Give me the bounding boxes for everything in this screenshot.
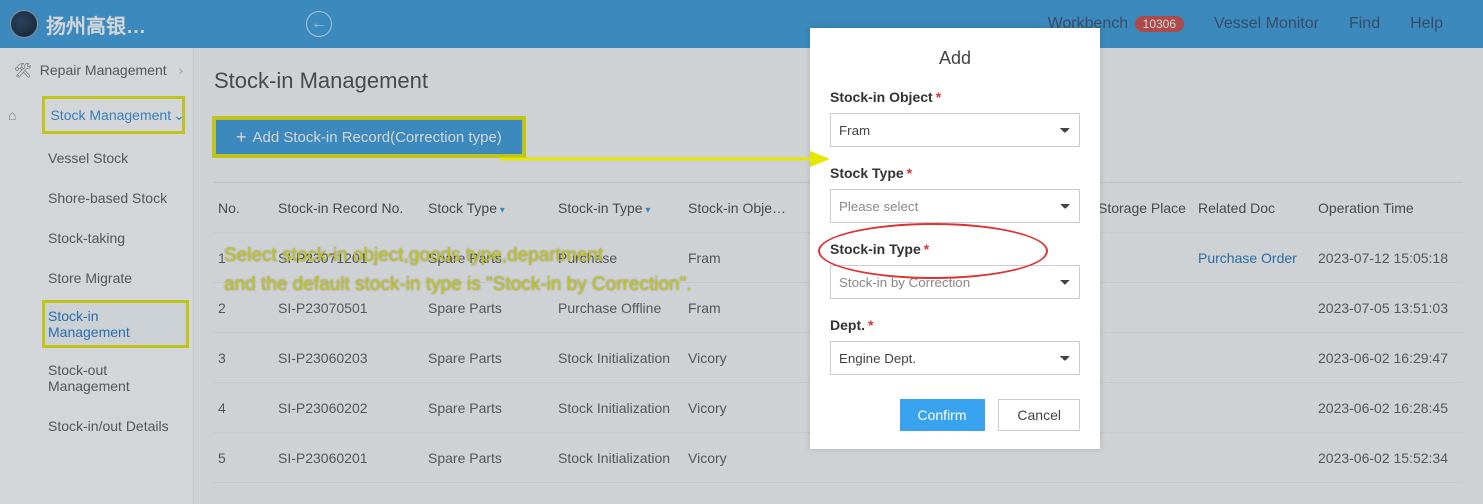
modal-title: Add [830, 48, 1080, 69]
select-stock-in-type[interactable]: Stock-in by Correction [830, 265, 1080, 299]
label-in-type-text: Stock-in Type [830, 241, 921, 257]
modal-backdrop [0, 0, 1483, 504]
cancel-button[interactable]: Cancel [998, 399, 1080, 431]
label-dept-text: Dept. [830, 317, 865, 333]
label-stock-type: Stock Type* [830, 165, 1080, 181]
add-modal: Add Stock-in Object* Fram Stock Type* Pl… [810, 28, 1100, 449]
confirm-button[interactable]: Confirm [900, 399, 985, 431]
label-stock-type-text: Stock Type [830, 165, 904, 181]
select-stock-type[interactable]: Please select [830, 189, 1080, 223]
select-stock-in-object[interactable]: Fram [830, 113, 1080, 147]
label-object-text: Stock-in Object [830, 89, 933, 105]
label-dept: Dept.* [830, 317, 1080, 333]
select-dept[interactable]: Engine Dept. [830, 341, 1080, 375]
label-stock-in-object: Stock-in Object* [830, 89, 1080, 105]
label-stock-in-type: Stock-in Type* [830, 241, 1080, 257]
